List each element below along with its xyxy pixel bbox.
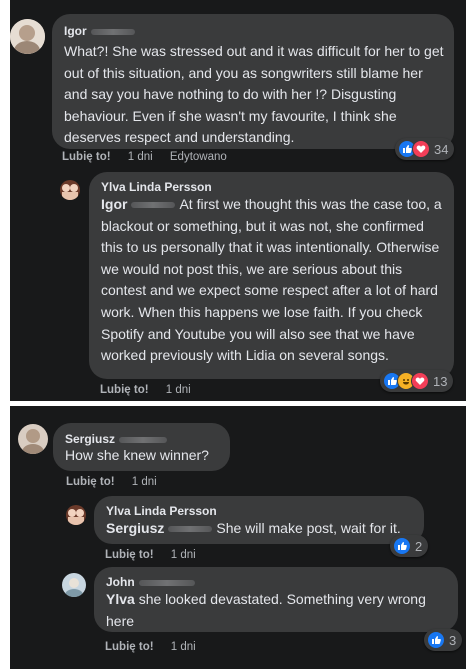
reply-bubble-john: John Ylva she looked devastated. Somethi… [94, 567, 458, 632]
timestamp[interactable]: 1 dni [128, 151, 153, 163]
edited-label[interactable]: Edytowano [170, 151, 227, 163]
comment-actions: Lubię to! 1 dni [66, 476, 171, 488]
reaction-count: 13 [433, 373, 448, 389]
reaction-summary[interactable]: 2 [390, 535, 429, 557]
like-icon [427, 631, 445, 649]
comment-thread-1: Igor What?! She was stressed out and it … [10, 0, 466, 401]
reply-author[interactable]: John [106, 575, 195, 589]
reply-text: Ylva she looked devastated. Something ve… [106, 591, 426, 629]
avatar-ylva[interactable] [60, 180, 80, 200]
reply-author[interactable]: Ylva Linda Persson [106, 504, 217, 518]
heart-icon [411, 372, 429, 390]
heart-icon [412, 140, 430, 158]
like-link[interactable]: Lubię to! [105, 549, 154, 561]
reply-actions: Lubię to! 1 dni [105, 641, 210, 653]
reply-bubble-ylva: Ylva Linda Persson Sergiusz She will make… [94, 496, 424, 544]
reply-actions: Lubię to! 1 dni [100, 384, 205, 396]
comment-author[interactable]: Igor [64, 24, 135, 38]
reaction-count: 2 [415, 538, 423, 554]
reaction-summary[interactable]: 34 [395, 138, 455, 160]
like-link[interactable]: Lubię to! [62, 151, 111, 163]
reaction-count: 34 [434, 141, 449, 157]
like-link[interactable]: Lubię to! [66, 476, 115, 488]
reaction-summary[interactable]: 3 [424, 629, 463, 651]
reaction-count: 3 [449, 632, 457, 648]
reaction-summary[interactable]: 13 [380, 370, 454, 392]
comment-actions: Lubię to! 1 dni Edytowano [62, 151, 241, 163]
reply-actions: Lubię to! 1 dni [105, 549, 210, 561]
reply-text: Igor At first we thought this was the cas… [101, 196, 442, 364]
timestamp[interactable]: 1 dni [166, 384, 191, 396]
avatar-igor[interactable] [10, 19, 45, 54]
timestamp[interactable]: 1 dni [132, 476, 157, 488]
comment-text: How she knew winner? [65, 447, 209, 463]
avatar-sergiusz[interactable] [18, 424, 48, 454]
mention-tag[interactable]: Ylva [106, 591, 135, 607]
redacted-surname [119, 436, 168, 443]
timestamp[interactable]: 1 dni [171, 641, 196, 653]
reply-bubble-ylva: Ylva Linda Persson Igor At first we thoug… [89, 172, 454, 379]
mention-tag[interactable]: Igor [101, 196, 179, 212]
timestamp[interactable]: 1 dni [171, 549, 196, 561]
comment-thread-2: Sergiusz How she knew winner? Lubię to! … [10, 406, 466, 669]
avatar-john[interactable] [62, 573, 86, 597]
redacted-surname [90, 28, 135, 35]
redacted-surname [138, 579, 195, 586]
like-icon [393, 537, 411, 555]
comment-bubble-igor: Igor What?! She was stressed out and it … [52, 14, 454, 149]
comment-text: What?! She was stressed out and it was d… [64, 43, 444, 146]
mention-tag[interactable]: Sergiusz [106, 520, 216, 536]
reply-author[interactable]: Ylva Linda Persson [101, 180, 212, 194]
reply-text: Sergiusz She will make post, wait for it. [106, 520, 401, 536]
comment-author[interactable]: Sergiusz [65, 432, 168, 446]
like-link[interactable]: Lubię to! [105, 641, 154, 653]
like-link[interactable]: Lubię to! [100, 384, 149, 396]
comment-bubble-sergiusz: Sergiusz How she knew winner? [53, 423, 230, 471]
avatar-ylva[interactable] [66, 505, 86, 525]
